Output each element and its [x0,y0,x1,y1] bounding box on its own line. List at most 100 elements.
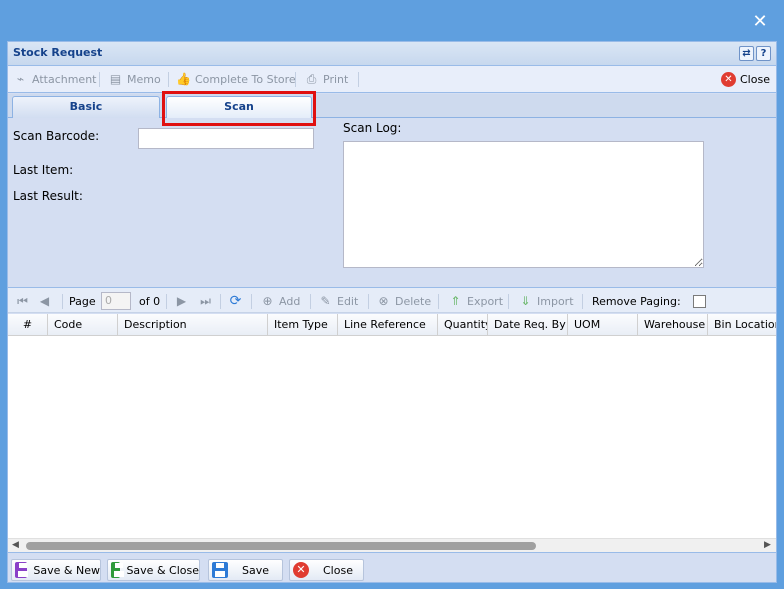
complete-label: Complete To Store [195,73,296,86]
import-button[interactable]: ⇓ Import [518,293,574,309]
scroll-left-icon[interactable]: ◀ [12,540,19,550]
grid-divider [251,294,252,309]
stock-request-window: Stock Request ⇄ ? ⌁ Attachment ▤ Memo 👍 … [7,41,777,583]
bottom-button-bar: Save & New Save & Close Save ✕ Close [8,552,776,582]
memo-label: Memo [127,73,161,86]
grid-divider [166,294,167,309]
delete-icon: ⊗ [378,293,389,308]
print-button[interactable]: ⎙ Print [304,71,349,88]
toolbar-divider [295,72,296,87]
remove-paging-checkbox[interactable] [693,295,706,308]
delete-button[interactable]: ⊗ Delete [376,293,431,309]
dialog-close-icon[interactable]: ✕ [750,12,770,32]
export-label: Export [467,294,504,308]
column-header[interactable]: Quantity [438,314,488,335]
next-page-button[interactable]: ▶ [174,293,189,309]
toolbar-divider [358,72,359,87]
scroll-right-icon[interactable]: ▶ [764,540,771,550]
grid-divider [62,294,63,309]
scan-tab-highlight [162,91,316,126]
column-header[interactable]: # [8,314,48,335]
scan-log-label: Scan Log: [343,121,402,135]
main-toolbar: ⌁ Attachment ▤ Memo 👍 Complete To Store … [8,66,776,93]
last-result-label: Last Result: [13,189,83,203]
memo-button[interactable]: ▤ Memo [108,71,161,88]
print-label: Print [323,73,349,86]
last-page-button[interactable]: ⏭ [198,293,213,309]
close-icon: ✕ [293,562,309,578]
thumbs-up-icon: 👍 [176,72,191,86]
column-header[interactable]: Date Req. By [488,314,568,335]
complete-to-store-button[interactable]: 👍 Complete To Store [176,71,296,88]
column-header[interactable]: Bin Location [708,314,776,335]
save-close-label: Save & Close [126,563,199,577]
first-page-icon: ⏮ [17,293,28,308]
horizontal-scrollbar[interactable]: ◀ ▶ [8,538,776,552]
export-button[interactable]: ⇑ Export [448,293,503,309]
save-label: Save [242,563,270,577]
bottom-close-button[interactable]: ✕ Close [289,559,364,581]
refresh-icon[interactable]: ⇄ [739,46,754,61]
tab-strip: Basic Scan [8,94,776,118]
save-icon [212,562,228,578]
printer-icon: ⎙ [306,72,317,86]
tab-basic[interactable]: Basic [12,96,160,118]
edit-button[interactable]: ✎ Edit [318,293,358,309]
last-item-label: Last Item: [13,163,74,177]
grid-divider [508,294,509,309]
grid-divider [368,294,369,309]
column-header[interactable]: Item Type [268,314,338,335]
toolbar-divider [99,72,100,87]
page-label: Page [69,294,96,308]
save-new-button[interactable]: Save & New [11,559,101,581]
prev-page-button[interactable]: ◀ [37,293,52,309]
scan-log-textarea[interactable] [343,141,704,268]
remove-paging-label: Remove Paging: [592,294,681,308]
help-icon[interactable]: ? [756,46,771,61]
window-title: Stock Request [13,46,103,59]
prev-page-icon: ◀ [39,293,50,308]
toolbar-close-button[interactable]: ✕ Close [721,71,770,88]
save-close-button[interactable]: Save & Close [107,559,200,581]
add-label: Add [279,294,301,308]
grid-body [8,336,776,538]
grid-toolbar: ⏮ ◀ Page 0 of 0 ▶ ⏭ ⟳ ⊕ Add ✎ Edit ⊗ Del… [8,287,776,313]
export-icon: ⇑ [450,293,461,308]
import-icon: ⇓ [520,293,531,308]
grid-divider [582,294,583,309]
edit-label: Edit [337,294,359,308]
scan-barcode-label: Scan Barcode: [13,129,100,143]
column-header[interactable]: UOM [568,314,638,335]
memo-icon: ▤ [109,72,122,86]
toolbar-divider [168,72,169,87]
page-number-input[interactable]: 0 [101,292,131,310]
scan-barcode-input[interactable] [138,128,314,149]
toolbar-close-label: Close [740,73,770,86]
next-page-icon: ▶ [176,293,187,308]
refresh-icon: ⟳ [229,292,242,309]
save-new-label: Save & New [33,563,100,577]
import-label: Import [537,294,574,308]
column-header[interactable]: Description [118,314,268,335]
edit-icon: ✎ [320,293,331,308]
last-page-icon: ⏭ [200,293,211,308]
save-button[interactable]: Save [208,559,283,581]
first-page-button[interactable]: ⏮ [15,293,30,309]
page-count-label: of 0 [139,294,161,308]
grid-divider [438,294,439,309]
column-header[interactable]: Line Reference [338,314,438,335]
window-titlebar: Stock Request ⇄ ? [8,42,776,66]
scrollbar-thumb[interactable] [26,542,536,550]
grid-divider [220,294,221,309]
grid-divider [310,294,311,309]
save-icon [15,562,29,578]
column-header[interactable]: Warehouse [638,314,708,335]
add-icon: ⊕ [262,293,273,308]
attachment-button[interactable]: ⌁ Attachment [13,71,97,88]
column-header[interactable]: Code [48,314,118,335]
save-icon [111,562,125,578]
grid-header: # Code Description Item Type Line Refere… [8,314,776,336]
attachment-label: Attachment [32,73,97,86]
add-button[interactable]: ⊕ Add [260,293,300,309]
grid-refresh-button[interactable]: ⟳ [228,293,243,309]
